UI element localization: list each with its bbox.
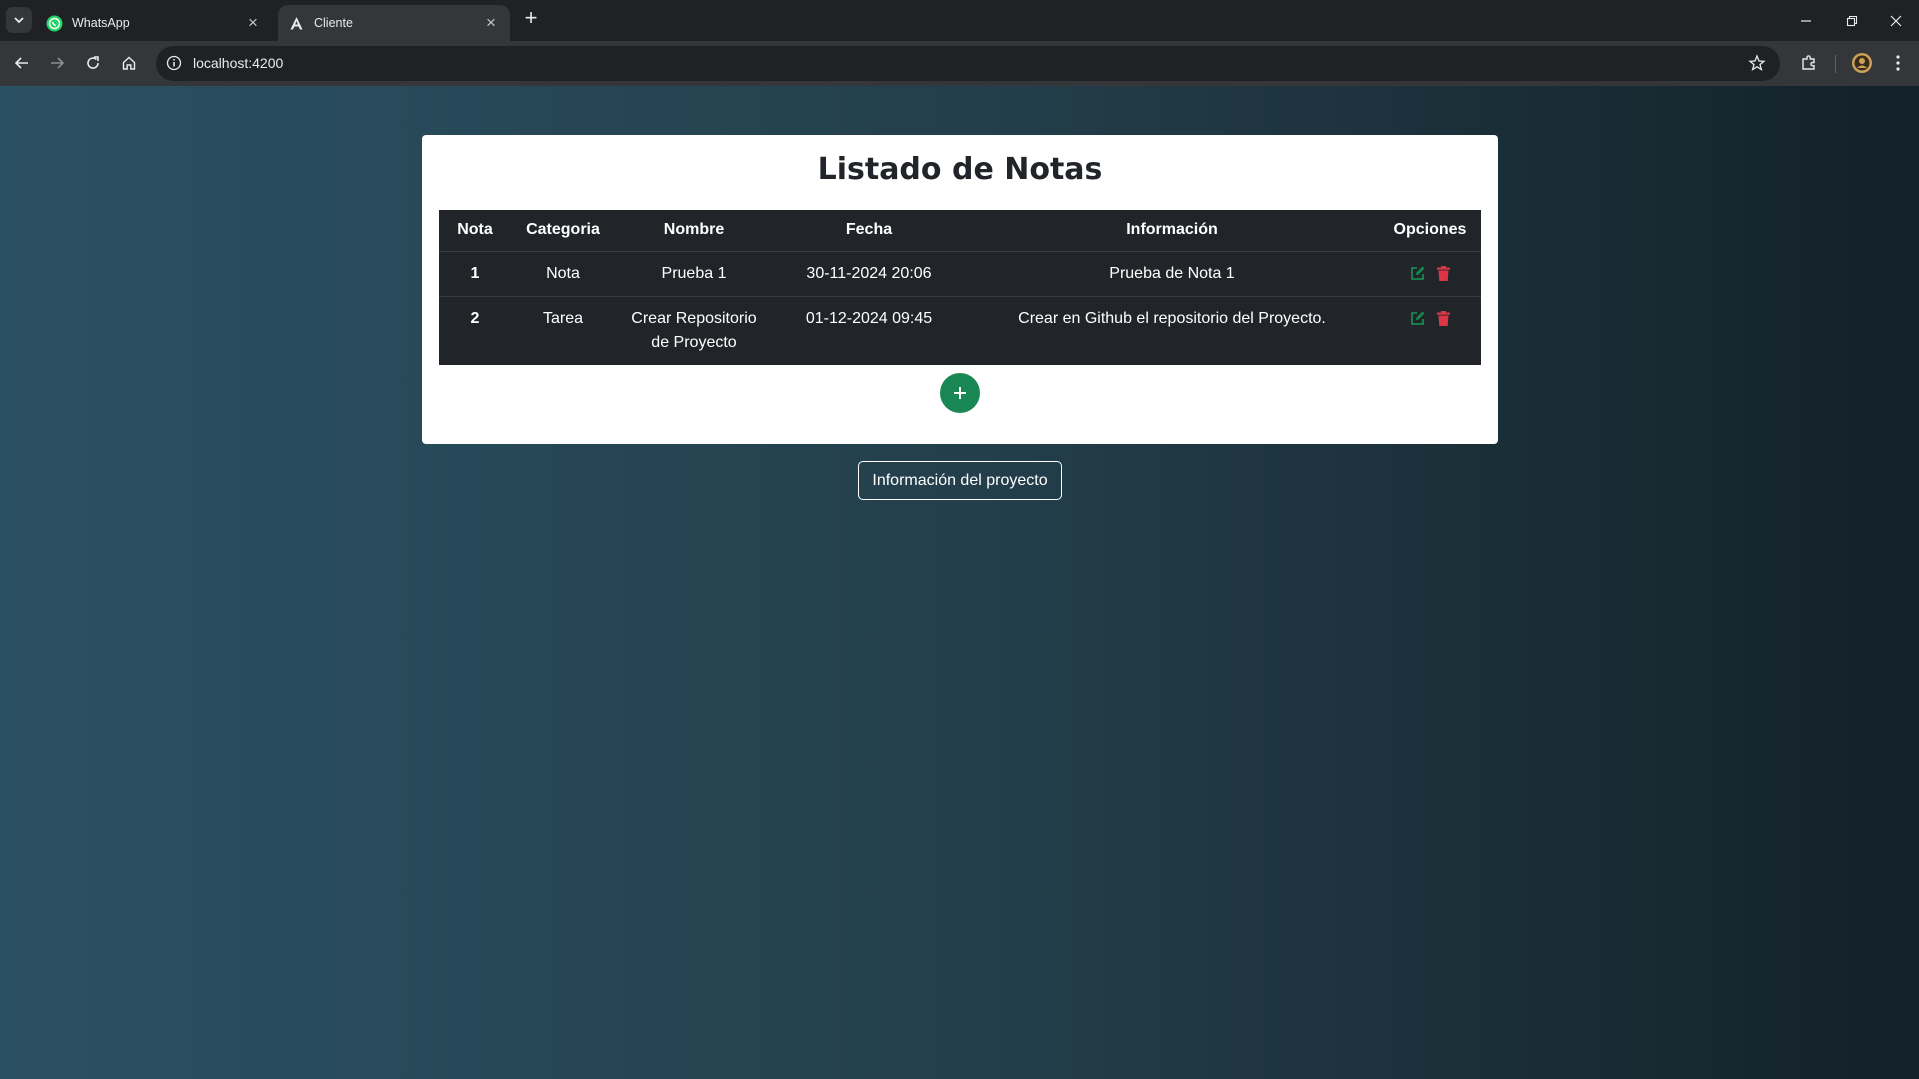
address-bar[interactable]: localhost:4200 xyxy=(156,46,1780,81)
restore-icon xyxy=(1846,15,1858,26)
more-vertical-icon xyxy=(1896,55,1900,71)
cell-informacion: Prueba de Nota 1 xyxy=(965,251,1379,297)
tab-title: WhatsApp xyxy=(72,16,130,30)
col-fecha: Fecha xyxy=(773,210,965,252)
edit-icon[interactable] xyxy=(1409,310,1426,327)
close-icon xyxy=(1890,15,1902,26)
home-icon xyxy=(122,56,136,70)
add-note-button[interactable] xyxy=(940,373,980,413)
table-header-row: Nota Categoria Nombre Fecha Información … xyxy=(439,210,1481,252)
minimize-icon xyxy=(1801,19,1811,22)
col-nota: Nota xyxy=(439,210,511,252)
site-info-icon[interactable] xyxy=(166,55,182,71)
close-icon[interactable]: × xyxy=(244,13,262,32)
cell-nombre: Crear Repositorio de Proyecto xyxy=(631,309,757,351)
bookmark-star-icon[interactable] xyxy=(1748,54,1766,72)
tab-search-button[interactable] xyxy=(6,7,32,33)
notes-table: Nota Categoria Nombre Fecha Información … xyxy=(439,210,1481,365)
whatsapp-icon xyxy=(46,15,63,32)
menu-button[interactable] xyxy=(1885,50,1911,76)
restore-button[interactable] xyxy=(1829,0,1875,41)
arrow-left-icon xyxy=(14,57,28,69)
minimize-button[interactable] xyxy=(1783,0,1829,41)
arrow-right-icon xyxy=(51,57,65,69)
trash-icon[interactable] xyxy=(1435,310,1452,327)
table-row: 2 Tarea Crear Repositorio de Proyecto 01… xyxy=(439,296,1481,365)
browser-toolbar: localhost:4200 xyxy=(0,41,1919,86)
tab-whatsapp[interactable]: WhatsApp × xyxy=(36,5,272,41)
reload-icon xyxy=(87,56,99,69)
chevron-down-icon xyxy=(14,17,24,24)
toolbar-separator xyxy=(1835,55,1836,73)
angular-icon xyxy=(288,15,305,32)
cell-fecha: 30-11-2024 20:06 xyxy=(773,251,965,297)
home-button[interactable] xyxy=(115,49,143,77)
avatar-icon xyxy=(1852,53,1872,73)
close-icon[interactable]: × xyxy=(482,13,500,32)
col-informacion: Información xyxy=(965,210,1379,252)
cell-opciones xyxy=(1379,296,1481,365)
cell-nota: 2 xyxy=(470,309,480,327)
reload-button[interactable] xyxy=(79,49,107,77)
page-viewport: Listado de Notas Nota Categoria Nombre F… xyxy=(0,86,1919,1079)
col-nombre: Nombre xyxy=(615,210,773,252)
edit-icon[interactable] xyxy=(1409,265,1426,282)
close-window-button[interactable] xyxy=(1873,0,1919,41)
cell-nota: 1 xyxy=(439,251,511,297)
trash-icon[interactable] xyxy=(1435,265,1452,282)
back-button[interactable] xyxy=(8,49,36,77)
cell-categoria: Tarea xyxy=(542,309,584,327)
cell-opciones xyxy=(1379,251,1481,297)
tab-title: Cliente xyxy=(314,16,353,30)
profile-avatar[interactable] xyxy=(1849,50,1875,76)
cell-fecha: 01-12-2024 09:45 xyxy=(805,309,933,327)
cell-nombre: Prueba 1 xyxy=(615,251,773,297)
page-title: Listado de Notas xyxy=(817,152,1103,187)
url-text: localhost:4200 xyxy=(193,55,284,71)
extensions-button[interactable] xyxy=(1796,50,1822,76)
new-tab-button[interactable]: + xyxy=(520,7,542,30)
browser-tabbar: WhatsApp × Cliente × + xyxy=(0,0,1919,41)
forward-button[interactable] xyxy=(43,49,71,77)
cell-informacion: Crear en Github el repositorio del Proye… xyxy=(1018,309,1326,327)
col-opciones: Opciones xyxy=(1379,210,1481,252)
cell-categoria: Nota xyxy=(511,251,615,297)
plus-icon xyxy=(954,387,966,399)
col-categoria: Categoria xyxy=(511,210,615,252)
tab-cliente[interactable]: Cliente × xyxy=(278,5,510,41)
notes-card: Listado de Notas Nota Categoria Nombre F… xyxy=(422,135,1498,444)
table-row: 1 Nota Prueba 1 30-11-2024 20:06 Prueba … xyxy=(439,251,1481,297)
project-info-button[interactable]: Información del proyecto xyxy=(858,461,1062,500)
puzzle-icon xyxy=(1802,55,1815,70)
